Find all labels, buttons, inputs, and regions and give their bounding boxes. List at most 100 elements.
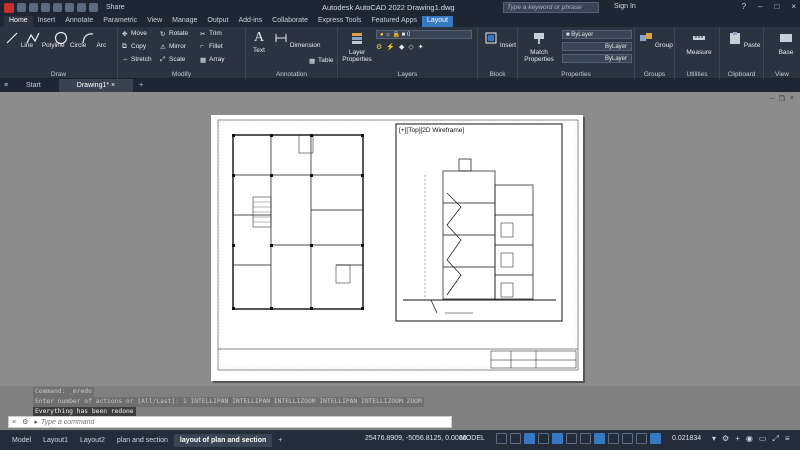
insert-button[interactable]: Insert: [484, 31, 516, 49]
undo-icon[interactable]: [77, 3, 86, 12]
layer-tool-icon[interactable]: ◇: [408, 43, 413, 51]
ortho-icon[interactable]: [524, 433, 535, 444]
minimize-drawing-icon[interactable]: –: [770, 95, 774, 103]
polar-icon[interactable]: [538, 433, 549, 444]
stretch-button[interactable]: ⇔ Stretch: [122, 56, 152, 63]
layer-tool-icon[interactable]: ◆: [399, 43, 404, 51]
layout-tab[interactable]: layout of plan and section: [173, 434, 273, 447]
linetype-dropdown[interactable]: ByLayer: [562, 42, 632, 51]
sign-in-button[interactable]: Sign In: [614, 3, 636, 10]
ribbon-tab-add-ins[interactable]: Add-ins: [233, 16, 267, 27]
otrack-icon[interactable]: [566, 433, 577, 444]
isolate-objects-icon[interactable]: ◉: [746, 434, 753, 444]
file-tab-drawing[interactable]: Drawing1* ×: [58, 79, 134, 92]
settings-icon[interactable]: ⚙: [19, 418, 31, 426]
gear-icon[interactable]: ⚙: [722, 434, 729, 444]
text-button[interactable]: A Text: [252, 31, 266, 55]
new-file-icon[interactable]: [17, 3, 26, 12]
scale-button[interactable]: ⤢ Scale: [160, 56, 185, 63]
ribbon-tab-manage[interactable]: Manage: [167, 16, 202, 27]
ribbon-tab-parametric[interactable]: Parametric: [98, 16, 142, 27]
grid-icon[interactable]: [496, 433, 507, 444]
layer-tool-icon[interactable]: ⚡: [386, 43, 395, 51]
ribbon-tab-featured-apps[interactable]: Featured Apps: [366, 16, 422, 27]
plot-icon[interactable]: [65, 3, 74, 12]
move-button[interactable]: ✥ Move: [122, 30, 147, 38]
layers-panel-name[interactable]: Layers: [338, 71, 477, 78]
properties-panel-name[interactable]: Properties: [518, 71, 634, 78]
autocad-logo-icon[interactable]: [4, 2, 14, 13]
ribbon-tab-home[interactable]: Home: [4, 16, 33, 27]
trim-button[interactable]: ✂ Trim: [200, 30, 222, 38]
layout-tab[interactable]: Layout2: [74, 434, 111, 447]
close-icon[interactable]: ×: [791, 2, 796, 11]
command-input[interactable]: [40, 418, 451, 426]
help-icon[interactable]: ?: [742, 2, 746, 11]
ribbon-tab-insert[interactable]: Insert: [33, 16, 61, 27]
base-button[interactable]: Base: [772, 31, 800, 56]
command-line[interactable]: × ⚙ ▸: [8, 416, 452, 428]
layer-tool-icon[interactable]: ⚙: [376, 43, 382, 51]
mirror-button[interactable]: ⚠ Mirror: [160, 43, 186, 51]
redo-icon[interactable]: [89, 3, 98, 12]
fullscreen-icon[interactable]: ⤢: [772, 434, 778, 444]
share-button[interactable]: Share: [106, 4, 125, 11]
match-properties-button[interactable]: Match Properties: [524, 31, 554, 63]
model-space-button[interactable]: MODEL: [460, 435, 485, 442]
close-command-icon[interactable]: ×: [9, 419, 19, 426]
selection-cycling-icon[interactable]: [594, 433, 605, 444]
search-input[interactable]: Type a keyword or phrase: [503, 2, 599, 13]
dimension-button[interactable]: Dimension: [274, 31, 321, 49]
rotate-button[interactable]: ↻ Rotate: [160, 30, 188, 38]
ribbon-tab-annotate[interactable]: Annotate: [60, 16, 98, 27]
lineweight-dropdown[interactable]: ByLayer: [562, 54, 632, 63]
view-panel-name[interactable]: View: [764, 71, 800, 78]
units-icon[interactable]: [636, 433, 647, 444]
measure-button[interactable]: Measure: [679, 31, 719, 56]
isolate-icon[interactable]: [650, 433, 661, 444]
ribbon-tab-express-tools[interactable]: Express Tools: [313, 16, 366, 27]
layout-tab[interactable]: plan and section: [111, 434, 174, 447]
group-button[interactable]: Group: [639, 31, 673, 49]
restore-drawing-icon[interactable]: ❐: [779, 95, 785, 103]
workspace-icon[interactable]: [622, 433, 633, 444]
annotation-scale-icon[interactable]: [608, 433, 619, 444]
menu-icon[interactable]: ≡: [0, 82, 8, 89]
layout-paper[interactable]: [+][Top][2D Wireframe]: [211, 115, 583, 381]
maximize-icon[interactable]: □: [774, 2, 779, 11]
clipboard-panel-name[interactable]: Clipboard: [720, 71, 763, 78]
fillet-button[interactable]: ⌐ Fillet: [200, 43, 223, 50]
customize-icon[interactable]: ≡: [785, 434, 790, 444]
ribbon-tab-output[interactable]: Output: [202, 16, 233, 27]
groups-panel-name[interactable]: Groups: [635, 71, 674, 78]
annotation-panel-name[interactable]: Annotation: [246, 71, 337, 78]
save-icon[interactable]: [41, 3, 50, 12]
ribbon-tab-collaborate[interactable]: Collaborate: [267, 16, 313, 27]
layout-tab[interactable]: Model: [6, 434, 37, 447]
file-tab-start[interactable]: Start: [8, 79, 59, 92]
open-file-icon[interactable]: [29, 3, 38, 12]
close-tab-icon[interactable]: ×: [111, 82, 115, 89]
minimize-icon[interactable]: –: [758, 2, 762, 11]
plus-icon[interactable]: +: [735, 434, 740, 444]
array-button[interactable]: ▦ Array: [200, 56, 225, 64]
monitor-icon[interactable]: ▭: [759, 434, 767, 444]
draw-panel-name[interactable]: Draw: [0, 71, 117, 78]
block-panel-name[interactable]: Block: [478, 71, 517, 78]
copy-button[interactable]: ⧉ Copy: [122, 43, 146, 50]
layer-tool-icon[interactable]: ✦: [418, 43, 424, 51]
lineweight-icon[interactable]: [580, 433, 591, 444]
ribbon-tab-view[interactable]: View: [142, 16, 167, 27]
osnap-icon[interactable]: [552, 433, 563, 444]
layout-tab[interactable]: Layout1: [37, 434, 74, 447]
color-dropdown[interactable]: ■ ByLayer: [562, 30, 632, 39]
snap-icon[interactable]: [510, 433, 521, 444]
modify-panel-name[interactable]: Modify: [118, 71, 245, 78]
save-as-icon[interactable]: [53, 3, 62, 12]
paste-button[interactable]: Paste: [728, 31, 760, 49]
add-layout-icon[interactable]: +: [272, 434, 288, 447]
utilities-panel-name[interactable]: Utilities: [675, 71, 719, 78]
arc-button[interactable]: Arc: [81, 31, 106, 49]
table-button[interactable]: ▦ Table: [309, 57, 334, 65]
layer-dropdown[interactable]: ● ☼ 🔓 ■ 0: [376, 30, 472, 39]
